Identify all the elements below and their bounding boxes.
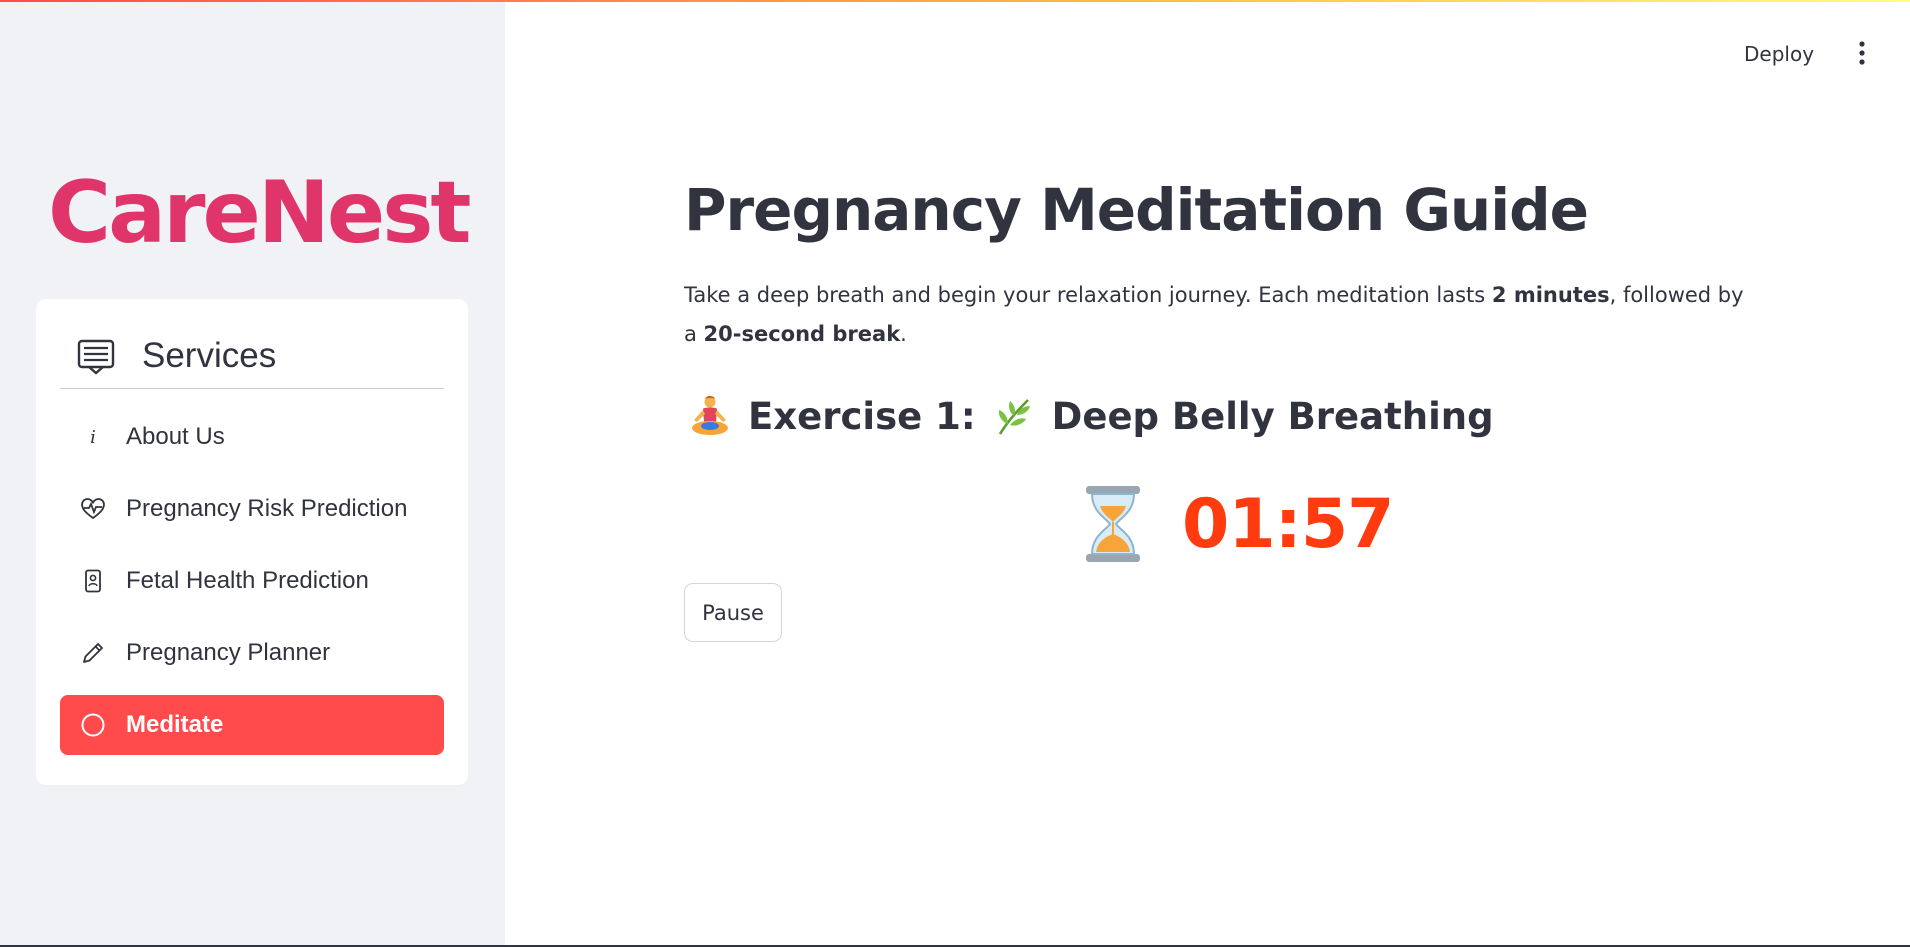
exercise-number: Exercise 1:: [748, 394, 976, 438]
exercise-name: Deep Belly Breathing: [1051, 394, 1494, 438]
sidebar-item-pregnancy-planner[interactable]: Pregnancy Planner: [60, 623, 444, 683]
sidebar: CareNest Services i About Us Pregnancy R…: [0, 0, 505, 947]
sidebar-item-about-us[interactable]: i About Us: [60, 407, 444, 467]
sidebar-item-label: Meditate: [126, 711, 224, 738]
meditation-duration: 2 minutes: [1491, 283, 1610, 307]
sidebar-item-label: Fetal Health Prediction: [126, 567, 369, 594]
page-title: Pregnancy Meditation Guide: [684, 176, 1589, 244]
list-box-icon: [77, 339, 115, 375]
person-badge-icon: [80, 568, 106, 594]
kebab-menu-icon[interactable]: [1852, 38, 1872, 68]
meditating-person-icon: [692, 396, 728, 435]
brand-logo-text: CareNest: [48, 163, 471, 263]
timer-value: 01:57: [1182, 484, 1394, 564]
sidebar-item-pregnancy-risk-prediction[interactable]: Pregnancy Risk Prediction: [60, 479, 444, 539]
top-decoration-stripe: [0, 0, 1910, 2]
sidebar-item-fetal-health-prediction[interactable]: Fetal Health Prediction: [60, 551, 444, 611]
services-menu-title: Services: [142, 335, 277, 375]
sidebar-item-label: About Us: [126, 423, 225, 450]
hourglass-icon: [1086, 486, 1140, 562]
intro-paragraph: Take a deep breath and begin your relaxa…: [684, 276, 1744, 354]
sidebar-item-label: Pregnancy Risk Prediction: [126, 495, 408, 522]
services-menu-header: Services: [60, 323, 444, 389]
sidebar-item-label: Pregnancy Planner: [126, 639, 331, 666]
circle-icon: [80, 712, 106, 738]
info-icon: i: [80, 424, 106, 450]
herb-icon: [998, 399, 1030, 435]
sidebar-item-meditate[interactable]: Meditate: [60, 695, 444, 755]
countdown-timer: 01:57: [1080, 484, 1394, 564]
pause-button[interactable]: Pause: [684, 583, 782, 642]
deploy-button[interactable]: Deploy: [1744, 36, 1814, 72]
services-menu: Services i About Us Pregnancy Risk Predi…: [36, 299, 468, 785]
svg-text:i: i: [90, 427, 96, 448]
pencil-icon: [80, 640, 106, 666]
intro-text: Take a deep breath and begin your relaxa…: [684, 283, 1492, 307]
heart-pulse-icon: [80, 496, 106, 522]
exercise-heading: Exercise 1: Deep Belly Breathing: [688, 388, 1494, 444]
break-duration: 20-second break: [703, 322, 901, 346]
intro-text: .: [900, 322, 907, 346]
